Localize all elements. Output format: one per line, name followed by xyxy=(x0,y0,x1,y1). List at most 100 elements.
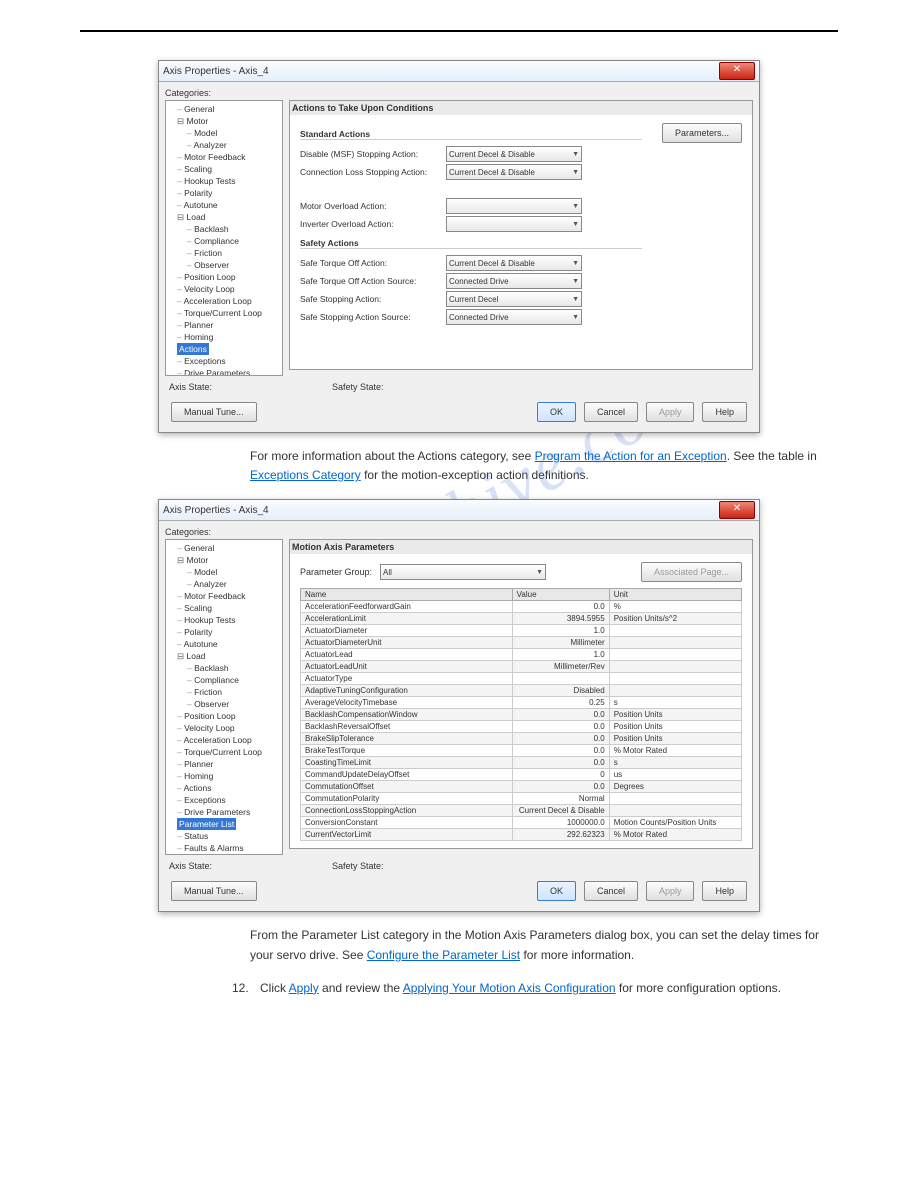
th-value[interactable]: Value xyxy=(512,589,609,601)
param-group-select[interactable]: All xyxy=(380,564,546,580)
parameter-table[interactable]: Name Value Unit AccelerationFeedforwardG… xyxy=(300,588,742,841)
table-row[interactable]: ActuatorLead1.0 xyxy=(301,649,742,661)
standard-actions-title: Standard Actions xyxy=(300,129,642,140)
tree-backlash[interactable]: Backlash xyxy=(169,223,279,235)
table-row[interactable]: CoastingTimeLimit0.0s xyxy=(301,757,742,769)
categories-tree[interactable]: General Motor Model Analyzer Motor Feedb… xyxy=(165,100,283,376)
ok-button[interactable]: OK xyxy=(537,881,576,901)
help-button[interactable]: Help xyxy=(702,881,747,901)
tree-hookup[interactable]: Hookup Tests xyxy=(169,175,279,187)
axis-properties-dialog-params: Axis Properties - Axis_4 ✕ Categories: G… xyxy=(158,499,760,912)
panel-header: Actions to Take Upon Conditions xyxy=(290,101,752,115)
tree-scaling[interactable]: Scaling xyxy=(169,163,279,175)
tree-planner[interactable]: Planner xyxy=(169,319,279,331)
table-row[interactable]: BrakeSlipTolerance0.0Position Units xyxy=(301,733,742,745)
help-button[interactable]: Help xyxy=(702,402,747,422)
tree-torque-loop[interactable]: Torque/Current Loop xyxy=(169,307,279,319)
titlebar[interactable]: Axis Properties - Axis_4 ✕ xyxy=(159,500,759,521)
combo[interactable]: Current Decel xyxy=(446,291,582,307)
combo[interactable]: Connected Drive xyxy=(446,309,582,325)
table-row[interactable]: CommutationPolarityNormal xyxy=(301,793,742,805)
table-row[interactable]: ActuatorLeadUnitMillimeter/Rev xyxy=(301,661,742,673)
apply-button[interactable]: Apply xyxy=(646,402,695,422)
field-label: Safe Stopping Action Source: xyxy=(300,312,440,322)
link-program-action[interactable]: Program the Action for an Exception xyxy=(535,449,727,463)
tree-actions[interactable]: Actions xyxy=(169,343,279,355)
table-row[interactable]: CommutationOffset0.0Degrees xyxy=(301,781,742,793)
th-name[interactable]: Name xyxy=(301,589,513,601)
safety-state-label: Safety State: xyxy=(332,382,384,392)
tree-friction[interactable]: Friction xyxy=(169,247,279,259)
titlebar[interactable]: Axis Properties - Axis_4 ✕ xyxy=(159,61,759,82)
tree-position-loop[interactable]: Position Loop xyxy=(169,271,279,283)
tree-analyzer[interactable]: Analyzer xyxy=(169,139,279,151)
table-row[interactable]: AdaptiveTuningConfigurationDisabled xyxy=(301,685,742,697)
table-row[interactable]: ActuatorDiameter1.0 xyxy=(301,625,742,637)
step-12: 12. Click Apply and review the Applying … xyxy=(80,979,838,998)
close-icon[interactable]: ✕ xyxy=(719,62,755,80)
field-label: Motor Overload Action: xyxy=(300,201,440,211)
actions-panel: Actions to Take Upon Conditions Standard… xyxy=(289,100,753,370)
tree-exceptions[interactable]: Exceptions xyxy=(169,355,279,367)
table-row[interactable]: ActuatorType xyxy=(301,673,742,685)
categories-tree[interactable]: General Motor Model Analyzer Motor Feedb… xyxy=(165,539,283,855)
tree-motor-feedback[interactable]: Motor Feedback xyxy=(169,151,279,163)
combo[interactable] xyxy=(446,216,582,232)
link-exceptions[interactable]: Exceptions Category xyxy=(250,468,361,482)
dialog-title: Axis Properties - Axis_4 xyxy=(163,505,719,516)
tree-homing[interactable]: Homing xyxy=(169,331,279,343)
table-row[interactable]: AverageVelocityTimebase0.25s xyxy=(301,697,742,709)
table-row[interactable]: CommandUpdateDelayOffset0us xyxy=(301,769,742,781)
manual-tune-button[interactable]: Manual Tune... xyxy=(171,881,257,901)
field-label: Safe Torque Off Action Source: xyxy=(300,276,440,286)
table-row[interactable]: BrakeTestTorque0.0% Motor Rated xyxy=(301,745,742,757)
param-group-label: Parameter Group: xyxy=(300,567,372,577)
combo[interactable]: Current Decel & Disable xyxy=(446,164,582,180)
tree-motor[interactable]: Motor xyxy=(169,115,279,127)
categories-label: Categories: xyxy=(165,527,753,537)
table-row[interactable]: ConnectionLossStoppingActionCurrent Dece… xyxy=(301,805,742,817)
table-row[interactable]: BacklashReversalOffset0.0Position Units xyxy=(301,721,742,733)
tree-param-list[interactable]: Parameter List xyxy=(169,818,279,830)
tree-velocity-loop[interactable]: Velocity Loop xyxy=(169,283,279,295)
field-label: Safe Stopping Action: xyxy=(300,294,440,304)
tree-compliance[interactable]: Compliance xyxy=(169,235,279,247)
field-label: Connection Loss Stopping Action: xyxy=(300,167,440,177)
axis-state-label: Axis State: xyxy=(169,861,212,871)
ok-button[interactable]: OK xyxy=(537,402,576,422)
tree-drive-params[interactable]: Drive Parameters xyxy=(169,367,279,376)
combo[interactable]: Connected Drive xyxy=(446,273,582,289)
cancel-button[interactable]: Cancel xyxy=(584,881,638,901)
tree-polarity[interactable]: Polarity xyxy=(169,187,279,199)
table-row[interactable]: ActuatorDiameterUnitMillimeter xyxy=(301,637,742,649)
combo[interactable]: Current Decel & Disable xyxy=(446,255,582,271)
manual-tune-button[interactable]: Manual Tune... xyxy=(171,402,257,422)
combo[interactable] xyxy=(446,198,582,214)
table-row[interactable]: BacklashCompensationWindow0.0Position Un… xyxy=(301,709,742,721)
link-applying-config[interactable]: Applying Your Motion Axis Configuration xyxy=(403,981,616,995)
th-unit[interactable]: Unit xyxy=(609,589,741,601)
tree-accel-loop[interactable]: Acceleration Loop xyxy=(169,295,279,307)
tree-general[interactable]: General xyxy=(169,103,279,115)
safety-state-label: Safety State: xyxy=(332,861,384,871)
tree-observer[interactable]: Observer xyxy=(169,259,279,271)
link-apply[interactable]: Apply xyxy=(289,981,319,995)
table-row[interactable]: AccelerationLimit3894.5955Position Units… xyxy=(301,613,742,625)
tree-autotune[interactable]: Autotune xyxy=(169,199,279,211)
associated-page-button[interactable]: Associated Page... xyxy=(641,562,742,582)
combo[interactable]: Current Decel & Disable xyxy=(446,146,582,162)
field-label: Disable (MSF) Stopping Action: xyxy=(300,149,440,159)
table-row[interactable]: AccelerationFeedforwardGain0.0% xyxy=(301,601,742,613)
link-param-list[interactable]: Configure the Parameter List xyxy=(367,948,520,962)
close-icon[interactable]: ✕ xyxy=(719,501,755,519)
field-label: Safe Torque Off Action: xyxy=(300,258,440,268)
tree-load[interactable]: Load xyxy=(169,211,279,223)
cancel-button[interactable]: Cancel xyxy=(584,402,638,422)
table-row[interactable]: CurrentVectorLimit292.62323% Motor Rated xyxy=(301,829,742,841)
table-row[interactable]: ConversionConstant1000000.0Motion Counts… xyxy=(301,817,742,829)
apply-button[interactable]: Apply xyxy=(646,881,695,901)
field-label: Inverter Overload Action: xyxy=(300,219,440,229)
parameters-button[interactable]: Parameters... xyxy=(662,123,742,143)
tree-model[interactable]: Model xyxy=(169,127,279,139)
panel-header: Motion Axis Parameters xyxy=(290,540,752,554)
